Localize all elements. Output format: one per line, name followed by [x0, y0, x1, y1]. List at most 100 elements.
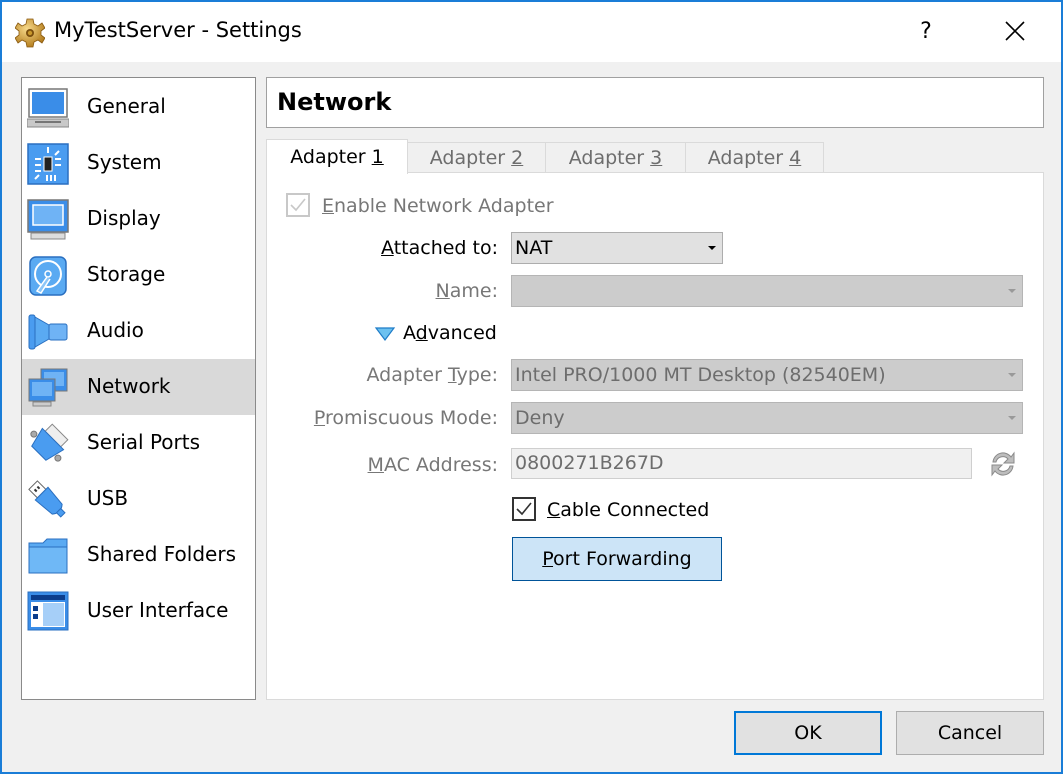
sidebar-item-label: USB: [87, 486, 129, 510]
sidebar-item-storage[interactable]: Storage: [22, 247, 255, 303]
chevron-down-icon: [708, 246, 716, 250]
label-text: A: [403, 322, 416, 344]
checkmark-icon: [516, 502, 532, 516]
audio-speaker-icon: [28, 314, 68, 350]
tab-adapter-4[interactable]: Adapter 4: [685, 142, 824, 173]
label-text: romiscuous Mode:: [325, 407, 498, 429]
label-text: able Connected: [560, 499, 710, 521]
general-monitor-icon: [27, 88, 69, 128]
storage-disk-icon: [29, 256, 67, 296]
sidebar-item-label: Storage: [87, 262, 166, 286]
select-value: Deny: [515, 407, 565, 429]
promiscuous-mode-label: Promiscuous Mode:: [292, 407, 498, 429]
sidebar-item-usb[interactable]: USB: [22, 471, 255, 527]
label-text: Adapter: [366, 364, 448, 386]
mnemonic: T: [447, 364, 457, 386]
cable-connected-checkbox[interactable]: [512, 497, 536, 521]
label-text: nable Network Adapter: [334, 195, 554, 217]
cable-connected-label: Cable Connected: [547, 499, 709, 521]
port-forwarding-button[interactable]: Port Forwarding: [512, 537, 722, 581]
ok-button[interactable]: OK: [734, 711, 882, 755]
mnemonic: A: [381, 237, 394, 259]
name-select[interactable]: [511, 275, 1023, 307]
advanced-label: Advanced: [403, 322, 497, 344]
settings-dialog: MyTestServer - Settings ? General System…: [0, 0, 1063, 774]
mac-address-input[interactable]: 0800271B267D: [511, 448, 972, 479]
chevron-down-icon: [1008, 416, 1016, 420]
checkmark-icon: [290, 198, 306, 212]
mnemonic: N: [435, 280, 450, 302]
label-text: ame:: [449, 280, 498, 302]
select-value: Intel PRO/1000 MT Desktop (82540EM): [515, 364, 886, 386]
sidebar-item-label: Network: [87, 374, 171, 398]
adapter-type-label: Adapter Type:: [302, 364, 498, 386]
mnemonic: P: [313, 407, 326, 429]
tab-label: Adapter: [290, 146, 372, 168]
mnemonic: M: [367, 454, 384, 476]
tab-label: Adapter: [707, 147, 790, 169]
usb-icon: [28, 480, 66, 518]
tab-adapter-2[interactable]: Adapter 2: [407, 142, 546, 173]
tab-mnemonic: 2: [511, 147, 524, 169]
sidebar-item-label: Shared Folders: [87, 542, 236, 566]
enable-network-adapter-checkbox[interactable]: [286, 193, 310, 217]
promiscuous-mode-select[interactable]: Deny: [511, 402, 1023, 434]
sidebar-item-user-interface[interactable]: User Interface: [22, 583, 255, 639]
input-value: 0800271B267D: [515, 452, 664, 474]
tab-mnemonic: 4: [789, 147, 802, 169]
close-icon: [1005, 21, 1025, 41]
sidebar-item-general[interactable]: General: [22, 79, 255, 135]
sidebar-item-label: Serial Ports: [87, 430, 201, 454]
page-title: Network: [277, 88, 392, 116]
button-label: ort Forwarding: [553, 548, 692, 570]
adapter-type-select[interactable]: Intel PRO/1000 MT Desktop (82540EM): [511, 359, 1023, 391]
refresh-icon: [991, 451, 1015, 477]
close-button[interactable]: [992, 14, 1038, 50]
title-bar: MyTestServer - Settings ?: [2, 2, 1061, 62]
generate-mac-button[interactable]: [987, 448, 1019, 480]
enable-network-adapter-label: Enable Network Adapter: [322, 195, 554, 217]
name-label: Name:: [302, 280, 498, 302]
mnemonic: d: [415, 322, 428, 344]
sidebar-item-audio[interactable]: Audio: [22, 303, 255, 359]
tab-mnemonic: 1: [371, 146, 384, 168]
folder-icon: [28, 538, 68, 574]
sidebar-item-serial-ports[interactable]: Serial Ports: [22, 415, 255, 471]
tab-label: Adapter: [568, 147, 651, 169]
display-monitor-icon: [27, 199, 69, 240]
sidebar-item-shared-folders[interactable]: Shared Folders: [22, 527, 255, 583]
chevron-down-icon: [1008, 289, 1016, 293]
chevron-down-icon: [1008, 373, 1016, 377]
cancel-button[interactable]: Cancel: [896, 711, 1044, 755]
triangle-down-icon: [374, 327, 396, 341]
network-monitors-icon: [28, 368, 68, 407]
window-title: MyTestServer - Settings: [54, 18, 302, 42]
gear-icon: [15, 18, 45, 48]
select-value: NAT: [515, 237, 553, 259]
sidebar-item-label: User Interface: [87, 598, 229, 622]
mnemonic: P: [542, 548, 554, 570]
serial-port-icon: [30, 423, 69, 462]
tab-label: Adapter: [429, 147, 512, 169]
attached-to-select[interactable]: NAT: [511, 232, 723, 264]
sidebar-item-label: Audio: [87, 318, 144, 342]
sidebar-item-display[interactable]: Display: [22, 191, 255, 247]
settings-category-list: General System Display Storage Audio Net…: [21, 77, 256, 700]
tab-adapter-3[interactable]: Adapter 3: [545, 142, 686, 173]
system-chip-icon: [27, 143, 69, 185]
tab-adapter-1[interactable]: Adapter 1: [266, 139, 408, 174]
label-text: ttached to:: [393, 237, 498, 259]
mnemonic: E: [322, 195, 335, 217]
mnemonic: C: [547, 499, 561, 521]
help-button[interactable]: ?: [902, 14, 950, 50]
user-interface-icon: [27, 591, 69, 631]
sidebar-item-network[interactable]: Network: [22, 359, 255, 415]
tab-mnemonic: 3: [650, 147, 663, 169]
sidebar-item-label: Display: [87, 206, 161, 230]
label-text: vanced: [427, 322, 497, 344]
label-text: AC Address:: [383, 454, 498, 476]
sidebar-item-system[interactable]: System: [22, 135, 255, 191]
attached-to-label: Attached to:: [302, 237, 498, 259]
sidebar-item-label: System: [87, 150, 162, 174]
page-header: Network: [266, 77, 1044, 128]
